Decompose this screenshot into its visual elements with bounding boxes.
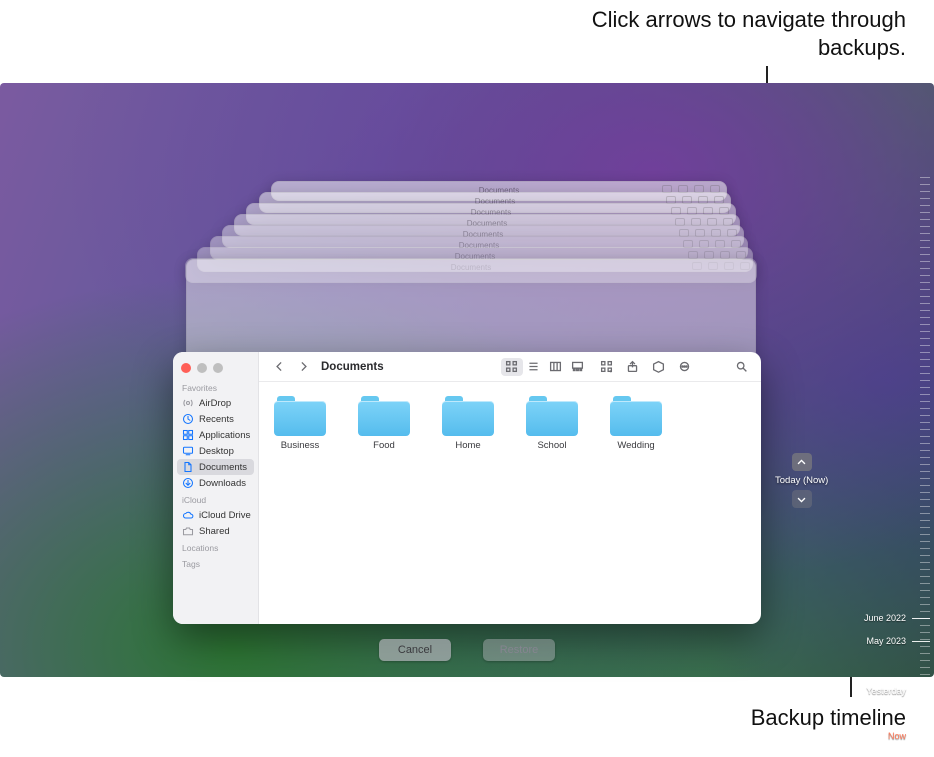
shared-icon — [182, 525, 194, 537]
sidebar-item-icloud-drive[interactable]: iCloud Drive — [173, 507, 258, 523]
minimize-button — [197, 363, 207, 373]
forward-button[interactable] — [293, 358, 313, 376]
view-mode-segment — [501, 358, 589, 376]
back-button[interactable] — [269, 358, 289, 376]
view-list-button[interactable] — [523, 358, 545, 376]
window-title: Documents — [321, 361, 384, 373]
cloud-icon — [182, 509, 194, 521]
sidebar-item-desktop[interactable]: Desktop — [173, 443, 258, 459]
sidebar-item-label: Desktop — [199, 446, 234, 457]
backup-timeline[interactable]: June 2022May 2023YesterdayNow — [894, 167, 930, 757]
folder-wedding[interactable]: Wedding — [603, 396, 669, 610]
current-backup-label: Today (Now) — [775, 475, 828, 486]
folder-icon — [526, 396, 578, 436]
annotation-nav-arrows: Click arrows to navigate through backups… — [526, 6, 906, 62]
timeline-label: June 2022 — [864, 613, 906, 623]
apps-icon — [182, 429, 194, 441]
folder-business[interactable]: Business — [267, 396, 333, 610]
sidebar-section-locations: Locations — [173, 539, 258, 555]
sidebar-item-label: Documents — [199, 462, 247, 473]
tags-button[interactable] — [649, 358, 669, 376]
desktop-icon — [182, 445, 194, 457]
annotation-timeline: Backup timeline — [751, 705, 906, 731]
sidebar-section-tags: Tags — [173, 555, 258, 571]
window-controls — [173, 358, 258, 379]
airdrop-icon — [182, 397, 194, 409]
sidebar-item-label: Applications — [199, 430, 250, 441]
sidebar-item-documents[interactable]: Documents — [177, 459, 254, 475]
sidebar-item-shared[interactable]: Shared — [173, 523, 258, 539]
sidebar-item-label: Recents — [199, 414, 234, 425]
sidebar-item-downloads[interactable]: Downloads — [173, 475, 258, 491]
folder-label: Home — [455, 440, 480, 451]
view-columns-button[interactable] — [545, 358, 567, 376]
finder-toolbar: Documents — [259, 352, 761, 382]
sidebar-item-airdrop[interactable]: AirDrop — [173, 395, 258, 411]
sidebar-item-label: Shared — [199, 526, 230, 537]
share-button[interactable] — [623, 358, 643, 376]
group-by-button[interactable] — [597, 358, 617, 376]
folder-label: School — [537, 440, 566, 451]
finder-window: Favorites AirDrop Recents Applications Desk… — [173, 352, 761, 624]
view-icons-button[interactable] — [501, 358, 523, 376]
folder-grid: Business Food Home School Wedding — [259, 382, 761, 624]
search-button[interactable] — [731, 358, 751, 376]
timeline-label: Now — [888, 731, 906, 741]
folder-icon — [442, 396, 494, 436]
folder-food[interactable]: Food — [351, 396, 417, 610]
download-icon — [182, 477, 194, 489]
folder-label: Wedding — [617, 440, 654, 451]
sidebar-section-icloud: iCloud — [173, 491, 258, 507]
cancel-button[interactable]: Cancel — [379, 639, 451, 661]
folder-icon — [358, 396, 410, 436]
folder-school[interactable]: School — [519, 396, 585, 610]
previous-backup-arrow[interactable] — [792, 453, 812, 471]
sidebar-section-favorites: Favorites — [173, 379, 258, 395]
desktop-background: DocumentsDocumentsDocumentsDocumentsDocu… — [0, 83, 934, 677]
timeline-label: Yesterday — [866, 686, 906, 696]
zoom-button — [213, 363, 223, 373]
next-backup-arrow — [792, 490, 812, 508]
folder-label: Business — [281, 440, 320, 451]
folder-icon — [610, 396, 662, 436]
backup-navigation-panel: Today (Now) — [775, 453, 828, 508]
restore-button: Restore — [483, 639, 555, 661]
action-menu-button[interactable] — [675, 358, 695, 376]
sidebar-item-label: Downloads — [199, 478, 246, 489]
folder-home[interactable]: Home — [435, 396, 501, 610]
finder-sidebar: Favorites AirDrop Recents Applications Desk… — [173, 352, 259, 624]
folder-label: Food — [373, 440, 395, 451]
close-button[interactable] — [181, 363, 191, 373]
sidebar-item-label: AirDrop — [199, 398, 231, 409]
sidebar-item-label: iCloud Drive — [199, 510, 251, 521]
sidebar-item-recents[interactable]: Recents — [173, 411, 258, 427]
doc-icon — [182, 461, 194, 473]
clock-icon — [182, 413, 194, 425]
folder-icon — [274, 396, 326, 436]
view-gallery-button[interactable] — [567, 358, 589, 376]
timeline-label: May 2023 — [866, 636, 906, 646]
sidebar-item-applications[interactable]: Applications — [173, 427, 258, 443]
